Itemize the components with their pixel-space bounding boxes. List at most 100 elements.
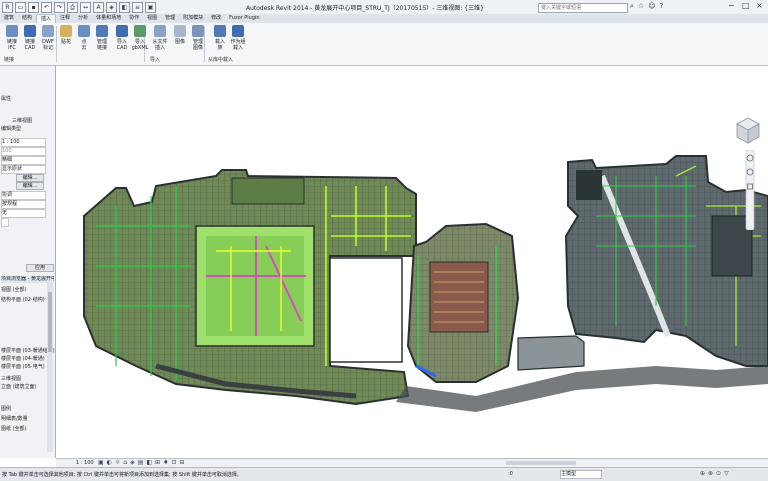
tab-massing-site[interactable]: 体量和场地 [92, 14, 125, 23]
right-stair-core [576, 170, 602, 200]
scrollbar-thumb[interactable] [48, 292, 52, 352]
tab-manage[interactable]: 管理 [161, 14, 179, 23]
ribbon-button[interactable]: 载入族 [210, 25, 230, 55]
undo-icon[interactable]: ↶ [41, 2, 52, 13]
ribbon-button-icon [174, 25, 186, 37]
redo-icon[interactable]: ↷ [54, 2, 65, 13]
star-icon[interactable]: ☆ [638, 2, 644, 11]
ribbon-button[interactable]: 从文件 插入 [150, 25, 170, 55]
title-bar: R ▭ ▪ ↶ ↷ ⎙ ↔ A ◈ ◧ ≡ ▣ Autodesk Revit 2… [0, 0, 768, 15]
save-icon[interactable]: ▪ [28, 2, 39, 13]
ribbon-button[interactable]: 链接 CAD [20, 25, 40, 55]
open-icon[interactable]: ▭ [15, 2, 26, 13]
ribbon-button[interactable]: 导入 CAD [112, 25, 132, 55]
drawing-canvas[interactable] [56, 66, 768, 458]
tab-modify[interactable]: 修改 [207, 14, 225, 23]
ribbon-button-icon [42, 25, 54, 37]
tab-addins[interactable]: 附加模块 [179, 14, 207, 23]
edit-button-1[interactable]: 编辑... [16, 174, 44, 182]
browser-item[interactable]: 结构平面 (02-结构) [1, 297, 45, 304]
courtyard-void [329, 257, 403, 363]
browser-item[interactable]: 三维视图 [1, 376, 21, 383]
default-analysis-field[interactable]: 无 [1, 209, 46, 218]
ribbon-button-sublabel: 载入 [232, 45, 243, 51]
type-selector[interactable]: 三维视图 [12, 118, 32, 125]
tab-annotate[interactable]: 注释 [56, 14, 74, 23]
tab-structure[interactable]: 结构 [18, 14, 36, 23]
detail-level-field[interactable]: 精细 [1, 156, 46, 165]
print-icon[interactable]: ⎙ [67, 2, 78, 13]
ribbon-button[interactable]: DWF 标记 [38, 25, 58, 55]
tab-view[interactable]: 视图 [143, 14, 161, 23]
ribbon-tabs: 建筑 结构 插入 注释 分析 体量和场地 协作 视图 管理 附加模块 修改 Fu… [0, 14, 768, 23]
ribbon-button[interactable]: 管理 链接 [92, 25, 112, 55]
ribbon: 链接 导入 从库中载入 链接 IFC 链接 CAD DWF 标记 贴花点云管理 链接 导入 CAD… [0, 23, 768, 66]
scale-value-field[interactable]: 100 [1, 147, 46, 156]
viewcube-icon[interactable] [735, 116, 761, 146]
ribbon-button-icon [78, 25, 90, 37]
hidden-lines-field[interactable]: 按规程 [1, 200, 46, 209]
view-scale[interactable]: 1 : 100 [76, 460, 94, 466]
discipline-field[interactable]: 协调 [1, 191, 46, 200]
tab-fuzor[interactable]: Fuzor Plugin [225, 14, 263, 23]
edit-type-label[interactable]: 编辑类型 [1, 126, 21, 133]
browser-item[interactable]: 视图 (全部) [1, 287, 27, 294]
connecting-bridge [517, 335, 585, 371]
close-button[interactable]: × [756, 1, 763, 10]
navigation-bar-icon[interactable] [745, 150, 755, 230]
browser-item[interactable]: 图例 [1, 406, 11, 413]
parts-visibility-field[interactable]: 显示原状 [1, 165, 46, 174]
user-icon[interactable]: ☺ [648, 2, 655, 11]
ribbon-button-icon [96, 25, 108, 37]
measure-icon[interactable]: ↔ [80, 2, 91, 13]
ribbon-button[interactable]: 作为组 载入 [228, 25, 248, 55]
browser-item[interactable]: 明细表/数量 [1, 416, 28, 423]
maximize-button[interactable]: □ [742, 1, 750, 10]
ribbon-button[interactable]: 图像 [170, 25, 190, 55]
checkbox[interactable] [1, 218, 9, 227]
view-scale-field[interactable]: 1 : 100 [1, 138, 46, 147]
view-control-icons[interactable]: ▣◐☼⌂◈▤◧⊞♦⊡⊟ [98, 459, 188, 466]
edit-button-2[interactable]: 编辑... [16, 182, 44, 190]
ribbon-button-icon [192, 25, 204, 37]
ribbon-button[interactable]: 导入 gbXML [130, 25, 150, 55]
app-menu-icon[interactable]: R [2, 2, 13, 13]
thin-lines-icon[interactable]: ≡ [132, 2, 143, 13]
ribbon-button[interactable]: 链接 IFC [2, 25, 22, 55]
tab-analyze[interactable]: 分析 [74, 14, 92, 23]
tab-insert[interactable]: 插入 [36, 14, 57, 23]
ribbon-button[interactable]: 管理 图像 [188, 25, 208, 55]
minimize-button[interactable]: − [728, 1, 735, 10]
ribbon-button[interactable]: 贴花 [56, 25, 76, 55]
ribbon-button-icon [214, 25, 226, 37]
tab-architecture[interactable]: 建筑 [0, 14, 18, 23]
browser-item[interactable]: 楼层平面 (04-暖通) [1, 356, 45, 363]
tab-collaborate[interactable]: 协作 [125, 14, 143, 23]
browser-item[interactable]: 楼层平面 (05-电气) [1, 364, 45, 371]
ribbon-button-label: 贴花 [60, 39, 71, 45]
ribbon-button-icon [116, 25, 128, 37]
ribbon-button-sublabel: 插入 [154, 45, 165, 51]
ribbon-button-sublabel: 链接 [96, 45, 107, 51]
browser-item[interactable]: 图纸 (全部) [1, 426, 27, 433]
properties-title: 属性 [1, 96, 12, 102]
ribbon-button-sublabel: IFC [8, 45, 16, 51]
binoculars-icon[interactable]: ⌕ [630, 2, 634, 11]
status-zero: :0 [508, 471, 513, 477]
browser-scrollbar[interactable] [47, 282, 53, 452]
ribbon-button[interactable]: 点云 [74, 25, 94, 55]
horizontal-scrollbar[interactable] [506, 461, 576, 465]
browser-item[interactable]: 立面 (建筑立面) [1, 384, 37, 391]
apply-button[interactable]: 应用 [26, 264, 54, 272]
active-workset[interactable]: 主模型 [560, 470, 602, 479]
ribbon-button-icon [134, 25, 146, 37]
selection-filter-icons[interactable]: ⊕⊗⊙▽ [700, 470, 732, 477]
close-hidden-icon[interactable]: ▣ [145, 2, 156, 13]
3d-view-icon[interactable]: ◈ [106, 2, 117, 13]
search-input[interactable]: 键入关键字或短语 [538, 3, 628, 13]
help-icon[interactable]: ? [660, 2, 664, 11]
text-icon[interactable]: A [93, 2, 104, 13]
status-bar: 按 Tab 键并单击可选择其他项目; 按 Ctrl 键并单击可将新项目添加到选择… [0, 467, 768, 481]
section-icon[interactable]: ◧ [119, 2, 130, 13]
panel-label-link: 链接 [4, 57, 15, 63]
